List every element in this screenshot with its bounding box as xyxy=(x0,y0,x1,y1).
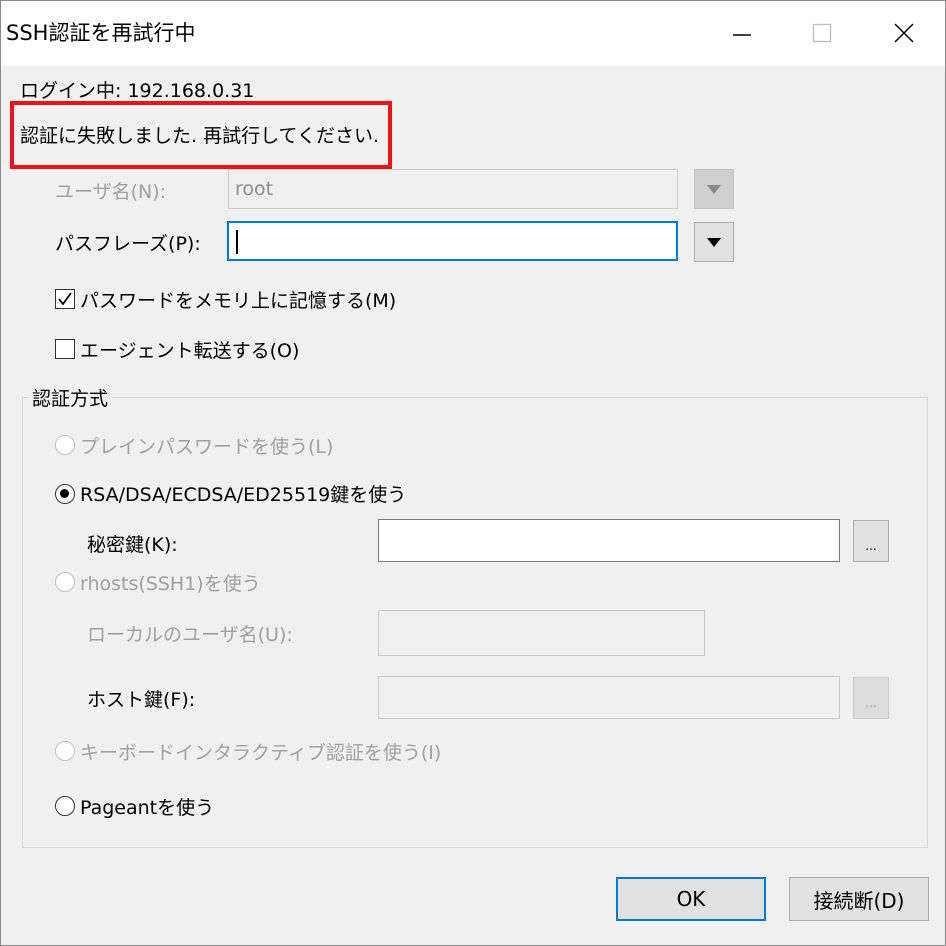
host-key-field[interactable] xyxy=(378,676,840,719)
rsa-key-label: RSA/DSA/ECDSA/ED25519鍵を使う xyxy=(80,484,407,506)
host-key-label: ホスト鍵(F): xyxy=(87,689,196,711)
rhosts-label: rhosts(SSH1)を使う xyxy=(80,573,261,595)
username-value: root xyxy=(235,178,274,200)
username-label: ユーザ名(N): xyxy=(55,181,167,203)
private-key-label: 秘密鍵(K): xyxy=(87,534,178,556)
keyboard-interactive-label: キーボードインタラクティブ認証を使う(I) xyxy=(80,742,442,764)
keyboard-interactive-radio[interactable] xyxy=(55,741,75,761)
remember-password-checkbox[interactable] xyxy=(55,289,75,309)
pageant-radio[interactable] xyxy=(55,796,75,816)
rhosts-radio[interactable] xyxy=(55,572,75,592)
pageant-label: Pageantを使う xyxy=(80,797,215,819)
passphrase-dropdown-button[interactable] xyxy=(694,222,734,262)
close-button[interactable] xyxy=(864,0,944,66)
rsa-key-radio[interactable] xyxy=(55,484,75,504)
local-user-field[interactable] xyxy=(378,610,705,656)
username-field[interactable]: root xyxy=(228,169,678,209)
minimize-button[interactable] xyxy=(702,0,782,66)
browse-label: ... xyxy=(865,539,877,553)
login-label: ログイン中: xyxy=(20,80,122,102)
login-host: 192.168.0.31 xyxy=(127,80,255,102)
checkmark-icon xyxy=(58,292,72,306)
browse-label: ... xyxy=(865,696,877,710)
plain-password-radio[interactable] xyxy=(55,435,75,455)
plain-password-label: プレインパスワードを使う(L) xyxy=(80,436,334,458)
minimize-icon xyxy=(733,34,751,36)
chevron-down-icon xyxy=(707,238,721,247)
passphrase-label: パスフレーズ(P): xyxy=(55,233,201,255)
passphrase-field[interactable] xyxy=(227,221,678,261)
disconnect-button[interactable]: 接続断(D) xyxy=(789,877,929,921)
auth-method-label: 認証方式 xyxy=(28,384,113,411)
agent-forward-checkbox[interactable] xyxy=(55,339,75,359)
remember-password-label: パスワードをメモリ上に記憶する(M) xyxy=(80,290,397,312)
username-dropdown-button[interactable] xyxy=(694,169,734,209)
text-caret xyxy=(236,230,238,254)
error-highlight-box xyxy=(10,101,392,169)
agent-forward-label: エージェント転送する(O) xyxy=(80,340,300,362)
window-title: SSH認証を再試行中 xyxy=(6,21,196,45)
host-key-browse-button[interactable]: ... xyxy=(853,677,889,719)
maximize-icon xyxy=(812,23,832,43)
private-key-browse-button[interactable]: ... xyxy=(853,520,889,562)
disconnect-label: 接続断(D) xyxy=(813,888,905,913)
ok-label: OK xyxy=(676,887,706,911)
ok-button[interactable]: OK xyxy=(616,877,766,921)
chevron-down-icon xyxy=(707,185,721,194)
local-user-label: ローカルのユーザ名(U): xyxy=(87,624,293,646)
radio-selected-dot xyxy=(60,489,69,498)
close-icon xyxy=(894,23,914,43)
maximize-button[interactable] xyxy=(782,0,862,66)
private-key-field[interactable] xyxy=(378,519,840,562)
login-status: ログイン中: 192.168.0.31 xyxy=(20,76,254,103)
